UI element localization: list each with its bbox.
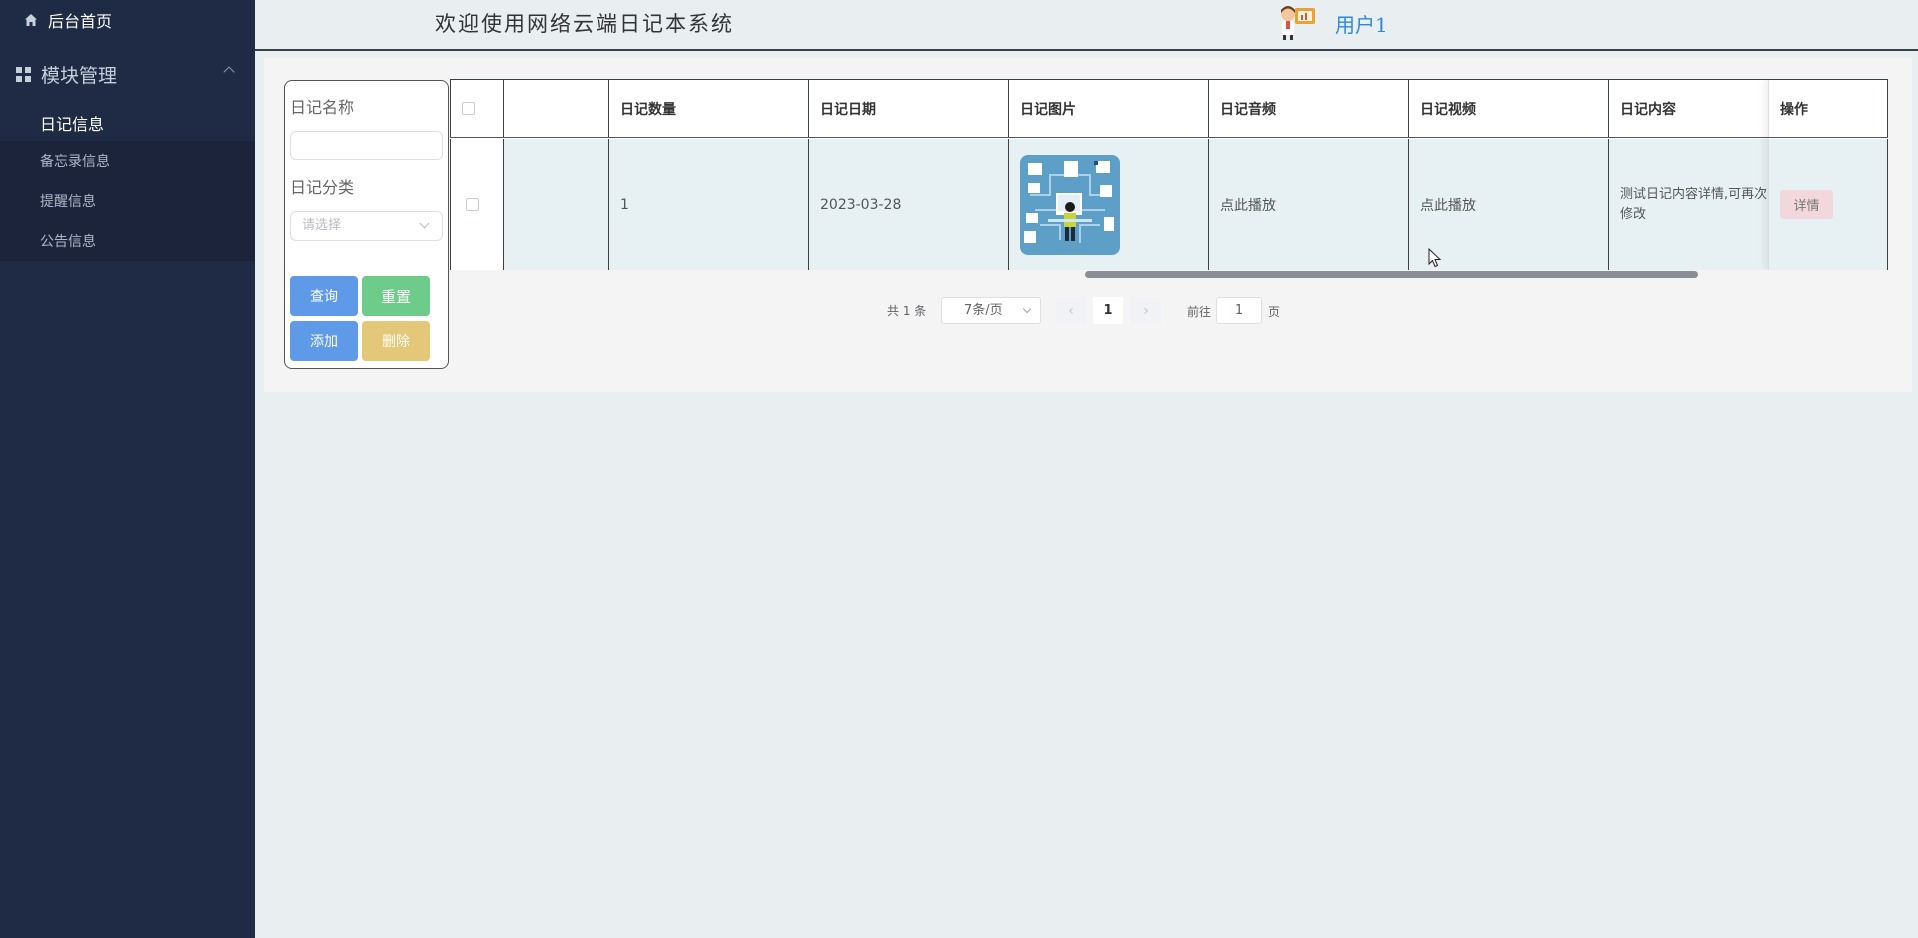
diary-name-input[interactable]	[290, 131, 443, 160]
prev-page-button[interactable]: ‹	[1056, 297, 1086, 324]
header-video: 日记视频	[1409, 80, 1609, 137]
chevron-down-icon	[1022, 304, 1032, 314]
row-index-cell	[504, 139, 609, 270]
chevron-right-icon: ›	[1143, 302, 1149, 319]
fixed-action-column-shadow	[1768, 79, 1888, 270]
header-audio: 日记音频	[1209, 80, 1409, 137]
sidebar: 后台首页 模块管理 日记信息 备忘录信息 提醒信息 公告信息	[0, 0, 255, 938]
diary-category-select[interactable]: 请选择	[290, 211, 443, 241]
select-all-checkbox[interactable]	[462, 102, 475, 115]
header-date: 日记日期	[809, 80, 1009, 137]
sidebar-item-notice[interactable]: 公告信息	[0, 221, 255, 261]
sidebar-item-diary[interactable]: 日记信息	[0, 103, 255, 143]
pagination-total: 共 1 条	[887, 303, 927, 318]
current-page-number[interactable]: 1	[1093, 297, 1123, 324]
sidebar-item-label: 备忘录信息	[40, 154, 110, 170]
next-page-button[interactable]: ›	[1131, 297, 1161, 324]
diary-thumbnail[interactable]	[1020, 154, 1120, 255]
row-count: 1	[609, 139, 809, 270]
row-audio-link[interactable]: 点此播放	[1209, 139, 1409, 270]
sidebar-item-label: 公告信息	[40, 234, 96, 250]
diary-category-label: 日记分类	[290, 178, 355, 197]
row-select-cell	[450, 139, 504, 270]
sidebar-item-home[interactable]: 后台首页	[24, 8, 112, 32]
header-image: 日记图片	[1009, 80, 1209, 137]
sidebar-item-label: 提醒信息	[40, 194, 96, 210]
sidebar-item-memo[interactable]: 备忘录信息	[0, 141, 255, 181]
chevron-up-icon	[223, 66, 235, 78]
chevron-left-icon: ‹	[1068, 302, 1074, 319]
header-count: 日记数量	[609, 80, 809, 137]
diary-table: 日记数量 日记日期 日记图片 日记音频 日记视频 日记内容 操作 1 2023-…	[450, 79, 1888, 270]
sidebar-item-label: 日记信息	[40, 115, 105, 134]
home-icon	[25, 14, 37, 26]
username[interactable]: 用户1	[1335, 9, 1388, 38]
sidebar-module-label: 模块管理	[41, 64, 118, 87]
row-content-cell: 测试日记内容详情,可再次修改	[1609, 139, 1768, 270]
page-size-value: 7条/页	[964, 303, 1003, 318]
header-select-cell	[450, 80, 504, 137]
top-header: 欢迎使用网络云端日记本系统 用户1	[255, 0, 1918, 51]
goto-label: 前往	[1187, 305, 1212, 319]
table-header-row: 日记数量 日记日期 日记图片 日记音频 日记视频 日记内容 操作	[450, 79, 1888, 138]
mouse-cursor-icon	[1428, 248, 1442, 268]
avatar[interactable]	[1277, 2, 1317, 40]
grid-icon	[16, 66, 31, 82]
chevron-down-icon	[419, 218, 430, 229]
page-suffix-label: 页	[1268, 305, 1281, 319]
row-image-cell	[1009, 139, 1209, 270]
row-date: 2023-03-28	[809, 139, 1009, 270]
delete-button[interactable]: 删除	[362, 321, 430, 361]
filter-panel: 日记名称 日记分类 请选择 查询 重置 添加 删除	[284, 80, 449, 369]
table-row: 1 2023-03-28 点此播放 点此播放 测试日记内容详情,可再次修改 详情	[450, 139, 1888, 270]
table-horizontal-scrollbar[interactable]	[1085, 271, 1698, 278]
search-button[interactable]: 查询	[290, 276, 358, 316]
goto-page-input[interactable]: 1	[1216, 297, 1262, 324]
add-button[interactable]: 添加	[290, 321, 358, 361]
reset-button[interactable]: 重置	[362, 276, 430, 316]
sidebar-module-toggle[interactable]: 模块管理	[0, 56, 255, 92]
page-title: 欢迎使用网络云端日记本系统	[435, 12, 734, 36]
row-checkbox[interactable]	[466, 198, 479, 211]
header-index-cell	[504, 80, 609, 137]
sidebar-item-home-label: 后台首页	[48, 12, 113, 31]
sidebar-item-reminder[interactable]: 提醒信息	[0, 181, 255, 221]
header-content: 日记内容	[1620, 101, 1676, 118]
select-placeholder: 请选择	[302, 218, 342, 233]
page-size-select[interactable]: 7条/页	[941, 297, 1041, 324]
diary-name-label: 日记名称	[290, 98, 355, 117]
row-content: 测试日记内容详情,可再次修改	[1620, 186, 1768, 222]
